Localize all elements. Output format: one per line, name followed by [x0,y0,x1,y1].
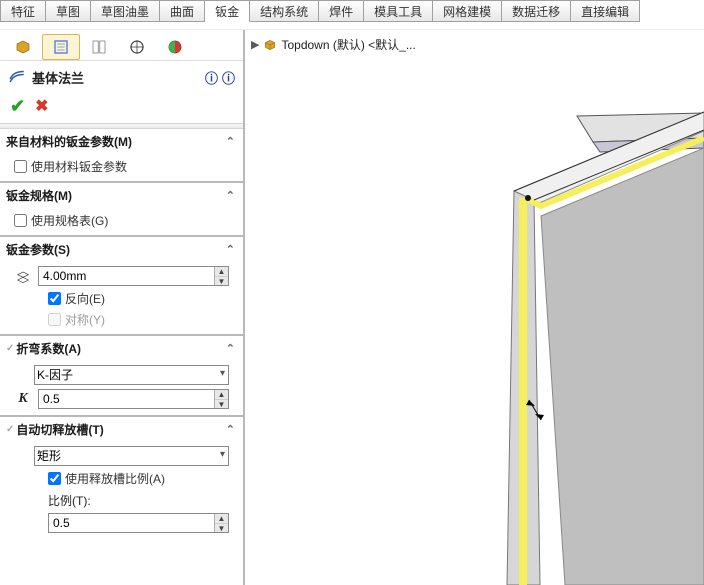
spin-up-icon[interactable]: ▲ [215,514,228,524]
property-manager-tab[interactable] [42,34,80,60]
use-relief-ratio-checkbox[interactable] [48,472,61,485]
thickness-icon [14,268,32,284]
property-manager-panel: 基体法兰 ⓘ ⓘ ✔ ✖ 来自材料的钣金参数(M) ⌃ 使用材料钣金参数 [0,30,245,585]
dimxpert-manager-tab[interactable] [118,34,156,60]
spin-down-icon[interactable]: ▼ [215,400,228,409]
spin-down-icon[interactable]: ▼ [215,277,228,286]
section-bend-allowance-header[interactable]: ✓ 折弯系数(A) ⌃ [0,336,243,361]
tab-direct-edit[interactable]: 直接编辑 [571,0,640,22]
spin-down-icon[interactable]: ▼ [215,524,228,533]
check-icon: ✓ [6,424,14,435]
section-sheetmetal-params-title: 钣金参数(S) [6,241,70,258]
section-sheetmetal-params-header[interactable]: 钣金参数(S) ⌃ [0,237,243,262]
reverse-label: 反向(E) [65,290,105,307]
tab-sketch-ink[interactable]: 草图油墨 [91,0,160,22]
help-context-icon[interactable]: ⓘ [205,68,218,87]
check-icon: ✓ [6,343,14,354]
spin-up-icon[interactable]: ▲ [215,267,228,277]
section-bend-allowance-title: 折弯系数(A) [16,340,81,357]
tab-mold-tools[interactable]: 模具工具 [364,0,433,22]
use-material-params-row[interactable]: 使用材料钣金参数 [14,156,229,177]
tab-mesh-modeling[interactable]: 网格建模 [433,0,502,22]
thickness-spinner[interactable]: ▲▼ [214,267,228,285]
chevron-up-icon: ⌃ [226,342,235,355]
feature-title: 基体法兰 [32,68,84,87]
relief-type-select[interactable]: 矩形 [34,446,229,466]
relief-ratio-input[interactable] [48,513,229,533]
ok-button[interactable]: ✔ [10,96,25,117]
section-gauges-header[interactable]: 钣金规格(M) ⌃ [0,183,243,208]
cancel-button[interactable]: ✖ [35,96,48,117]
use-relief-ratio-row[interactable]: 使用释放槽比例(A) [48,468,229,489]
symmetric-checkbox [48,313,61,326]
help-icon[interactable]: ⓘ [222,68,235,87]
feature-manager-tab[interactable] [4,34,42,60]
panel-tabs [0,30,243,61]
relief-ratio-spinner[interactable]: ▲▼ [214,514,228,532]
ribbon-tabs: 特征 草图 草图油墨 曲面 钣金 结构系统 焊件 模具工具 网格建模 数据迁移 … [0,0,704,22]
symmetric-row[interactable]: 对称(Y) [48,309,229,330]
section-gauges-title: 钣金规格(M) [6,187,72,204]
bend-method-select[interactable]: K-因子 [34,365,229,385]
symmetric-label: 对称(Y) [65,311,105,328]
toolbar-placeholder [0,22,704,30]
feature-title-row: 基体法兰 ⓘ ⓘ [0,61,243,92]
use-gauge-table-row[interactable]: 使用规格表(G) [14,210,229,231]
section-material-params-header[interactable]: 来自材料的钣金参数(M) ⌃ [0,129,243,154]
k-factor-spinner[interactable]: ▲▼ [214,390,228,408]
chevron-up-icon: ⌃ [226,243,235,256]
tab-sheet-metal[interactable]: 钣金 [205,0,250,22]
confirm-row: ✔ ✖ [0,92,243,124]
chevron-up-icon: ⌃ [226,423,235,436]
section-auto-relief-header[interactable]: ✓ 自动切释放槽(T) ⌃ [0,417,243,442]
display-manager-tab[interactable] [156,34,194,60]
section-auto-relief-title: 自动切释放槽(T) [16,421,103,438]
tab-structure[interactable]: 结构系统 [250,0,319,22]
use-material-params-checkbox[interactable] [14,160,27,173]
reverse-checkbox[interactable] [48,292,61,305]
configuration-manager-tab[interactable] [80,34,118,60]
tab-data-migration[interactable]: 数据迁移 [502,0,571,22]
use-gauge-table-label: 使用规格表(G) [31,212,108,229]
reverse-row[interactable]: 反向(E) [48,288,229,309]
model-rendering [245,30,704,585]
spin-up-icon[interactable]: ▲ [215,390,228,400]
tab-features[interactable]: 特征 [0,0,46,22]
tab-surfaces[interactable]: 曲面 [160,0,205,22]
thickness-input[interactable] [38,266,229,286]
chevron-up-icon: ⌃ [226,135,235,148]
tab-sketch[interactable]: 草图 [46,0,91,22]
use-relief-ratio-label: 使用释放槽比例(A) [65,470,165,487]
section-material-params-title: 来自材料的钣金参数(M) [6,133,132,150]
use-gauge-table-checkbox[interactable] [14,214,27,227]
chevron-up-icon: ⌃ [226,189,235,202]
use-material-params-label: 使用材料钣金参数 [31,158,127,175]
k-factor-icon: K [14,391,32,407]
graphics-viewport[interactable]: ▶ Topdown (默认) <默认_... [245,30,704,585]
tab-weldments[interactable]: 焊件 [319,0,364,22]
base-flange-icon [8,67,26,88]
ratio-label: 比例(T): [48,489,229,511]
k-factor-input[interactable] [38,389,229,409]
